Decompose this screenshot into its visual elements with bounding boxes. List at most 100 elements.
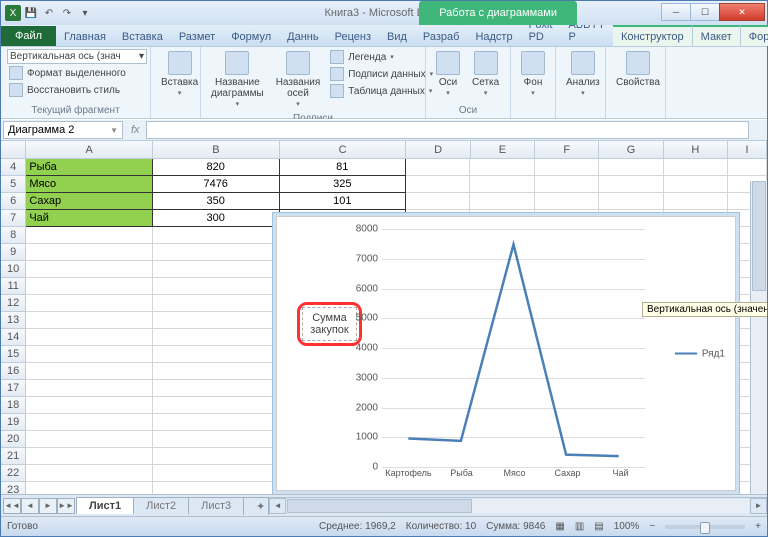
plot-area[interactable]: 010002000300040005000600070008000Картофе… (382, 229, 645, 465)
vertical-scrollbar[interactable] (750, 181, 767, 494)
tab-addins[interactable]: Надстр (467, 27, 520, 46)
cell[interactable] (26, 363, 153, 380)
view-layout-icon[interactable]: ▥ (575, 521, 584, 532)
cell[interactable]: Чай (26, 210, 153, 227)
tab-format[interactable]: Формат (741, 25, 768, 46)
cell[interactable] (153, 414, 280, 431)
cell[interactable]: 101 (280, 193, 407, 210)
row-header[interactable]: 18 (1, 397, 26, 414)
cell[interactable] (26, 329, 153, 346)
row-header[interactable]: 11 (1, 278, 26, 295)
row-header[interactable]: 4 (1, 159, 26, 176)
cell[interactable]: 325 (280, 176, 407, 193)
row-header[interactable]: 10 (1, 261, 26, 278)
save-icon[interactable]: 💾 (23, 5, 39, 21)
data-labels-button[interactable]: Подписи данных (328, 66, 435, 82)
tab-file[interactable]: Файл (1, 26, 56, 46)
close-button[interactable]: ✕ (719, 3, 765, 21)
cell[interactable] (153, 244, 280, 261)
sheet-tab[interactable]: Лист2 (133, 497, 189, 514)
row-header[interactable]: 16 (1, 363, 26, 380)
cell[interactable] (26, 482, 153, 494)
undo-icon[interactable]: ↶ (41, 5, 57, 21)
column-header[interactable]: A (26, 141, 153, 158)
minimize-button[interactable]: ─ (661, 3, 691, 21)
cell[interactable] (26, 380, 153, 397)
cell[interactable] (26, 448, 153, 465)
selection-dropdown[interactable]: Вертикальная ось (знач▾ (7, 49, 147, 64)
cell[interactable] (153, 346, 280, 363)
legend-button[interactable]: Легенда (328, 49, 435, 65)
formula-bar[interactable] (146, 121, 749, 139)
column-header[interactable]: G (599, 141, 663, 158)
row-header[interactable]: 5 (1, 176, 26, 193)
cell[interactable] (153, 312, 280, 329)
tab-developer[interactable]: Разраб (415, 27, 468, 46)
cell[interactable] (406, 159, 470, 176)
row-header[interactable]: 9 (1, 244, 26, 261)
analysis-button[interactable]: Анализ (562, 49, 604, 100)
insert-button[interactable]: Вставка (157, 49, 202, 100)
cell[interactable]: 7476 (153, 176, 280, 193)
column-header[interactable]: H (664, 141, 728, 158)
column-header[interactable]: D (406, 141, 470, 158)
reset-style-button[interactable]: Восстановить стиль (7, 82, 122, 98)
cell[interactable] (599, 176, 663, 193)
cell[interactable] (153, 295, 280, 312)
row-header[interactable]: 14 (1, 329, 26, 346)
cell[interactable] (26, 295, 153, 312)
cell[interactable] (26, 261, 153, 278)
row-header[interactable]: 13 (1, 312, 26, 329)
sheet-tab[interactable]: Лист1 (76, 497, 134, 514)
cell[interactable] (664, 159, 728, 176)
sheet-tab[interactable]: Лист3 (188, 497, 244, 514)
cell[interactable] (26, 431, 153, 448)
cell[interactable] (470, 193, 534, 210)
y-axis-title[interactable]: Сумма закупок (302, 307, 357, 341)
fx-icon[interactable]: fx (125, 124, 146, 136)
tab-insert[interactable]: Вставка (114, 27, 171, 46)
cell[interactable] (153, 363, 280, 380)
cell[interactable] (153, 448, 280, 465)
cell[interactable] (26, 346, 153, 363)
view-pagebreak-icon[interactable]: ▤ (594, 521, 603, 532)
cell[interactable] (599, 193, 663, 210)
format-selection-button[interactable]: Формат выделенного (7, 65, 128, 81)
row-header[interactable]: 8 (1, 227, 26, 244)
cell[interactable] (153, 329, 280, 346)
chart-legend[interactable]: Ряд1 (675, 348, 725, 359)
cell[interactable] (470, 159, 534, 176)
cell[interactable] (153, 431, 280, 448)
background-button[interactable]: Фон (517, 49, 549, 100)
tab-home[interactable]: Главная (56, 27, 114, 46)
data-table-button[interactable]: Таблица данных (328, 83, 435, 99)
zoom-slider[interactable] (665, 525, 745, 529)
embedded-chart[interactable]: Сумма закупок 01000200030004000500060007… (276, 216, 736, 491)
cell[interactable] (153, 465, 280, 482)
chart-title-button[interactable]: Название диаграммы (207, 49, 268, 111)
cell[interactable] (728, 159, 767, 176)
tab-layout[interactable]: Размет (171, 27, 223, 46)
cell[interactable]: 81 (280, 159, 407, 176)
cell[interactable]: 350 (153, 193, 280, 210)
properties-button[interactable]: Свойства (612, 49, 664, 90)
sheet-nav[interactable]: ◄◄◄►►► (1, 498, 77, 514)
column-header[interactable]: B (153, 141, 280, 158)
cell[interactable] (153, 227, 280, 244)
tab-formulas[interactable]: Формул (223, 27, 279, 46)
row-header[interactable]: 12 (1, 295, 26, 312)
select-all-corner[interactable] (1, 141, 26, 158)
cell[interactable] (535, 193, 599, 210)
axes-button[interactable]: Оси (432, 49, 464, 100)
cell[interactable] (535, 176, 599, 193)
cell[interactable] (26, 397, 153, 414)
column-header[interactable]: C (280, 141, 407, 158)
zoom-out-button[interactable]: − (649, 521, 655, 532)
column-header[interactable]: I (728, 141, 767, 158)
cell[interactable] (470, 176, 534, 193)
cell[interactable] (26, 278, 153, 295)
row-header[interactable]: 21 (1, 448, 26, 465)
column-header[interactable]: F (535, 141, 599, 158)
tab-chart-layout[interactable]: Макет (692, 25, 741, 46)
cell[interactable]: 300 (153, 210, 280, 227)
